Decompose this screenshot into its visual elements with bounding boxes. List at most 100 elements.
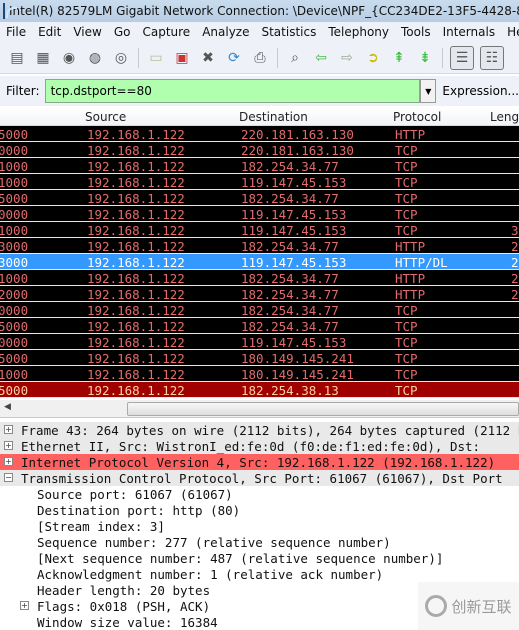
filter-input[interactable] [44, 79, 421, 103]
restart-button[interactable]: ◎ [111, 48, 131, 68]
detail-tree-item[interactable]: + Frame 43: 264 bytes on wire (2112 bits)… [0, 422, 519, 438]
detail-tree-item[interactable]: [Stream index: 3] [0, 518, 519, 534]
cell-proto: TCP [395, 143, 418, 158]
packet-row[interactable]: 0000 192.168.1.122 119.147.45.153 TCP [0, 334, 519, 350]
packet-list-header: Source Destination Protocol Leng [0, 108, 519, 126]
menu-telephony[interactable]: Telephony [322, 25, 395, 39]
packet-row[interactable]: 1000 192.168.1.122 182.254.34.77 HTTP 2 [0, 270, 519, 286]
column-protocol[interactable]: Protocol [393, 110, 441, 124]
detail-text: [Stream index: 3] [37, 519, 165, 534]
packet-row[interactable]: 1000 192.168.1.122 119.147.45.153 TCP [0, 174, 519, 190]
detail-tree-item[interactable]: [Next sequence number: 487 (relative seq… [0, 550, 519, 566]
scrollbar-thumb[interactable] [127, 402, 519, 416]
packet-row[interactable]: 5000 192.168.1.122 180.149.145.241 TCP [0, 350, 519, 366]
cell-time: 5000 [0, 383, 29, 398]
cell-time: 5000 [0, 319, 29, 334]
packet-row[interactable]: 5000 192.168.1.122 182.254.34.77 TCP [0, 190, 519, 206]
packet-row[interactable]: 0000 192.168.1.122 182.254.34.77 TCP [0, 302, 519, 318]
autoscroll-icon: ☷ [485, 49, 499, 66]
detail-tree-item[interactable]: Sequence number: 277 (relative sequence … [0, 534, 519, 550]
detail-text: [Next sequence number: 487 (relative seq… [37, 551, 444, 566]
collapse-icon[interactable]: − [4, 473, 13, 482]
packet-row[interactable]: 0000 192.168.1.122 220.181.163.130 TCP [0, 142, 519, 158]
menu-go[interactable]: Go [108, 25, 137, 39]
detail-tree-item[interactable]: − Transmission Control Protocol, Src Port… [0, 470, 519, 486]
cell-src: 192.168.1.122 [87, 351, 185, 366]
cell-src: 192.168.1.122 [87, 287, 185, 302]
packet-row[interactable]: 1000 192.168.1.122 182.254.34.77 TCP [0, 158, 519, 174]
column-source[interactable]: Source [85, 110, 126, 124]
autoscroll-button[interactable]: ☷ [480, 45, 504, 70]
packet-row[interactable]: 5000 192.168.1.122 182.254.38.13 TCP [0, 382, 519, 398]
packet-row[interactable]: 3000 192.168.1.122 182.254.34.77 HTTP 2 [0, 238, 519, 254]
back-button[interactable]: ⇦ [311, 48, 331, 68]
packet-row[interactable]: 5000 192.168.1.122 182.254.34.77 TCP [0, 318, 519, 334]
packet-row[interactable]: 3000 192.168.1.122 119.147.45.153 HTTP/DL 2 [0, 254, 519, 270]
packet-row[interactable]: 0000 192.168.1.122 119.147.45.153 TCP [0, 206, 519, 222]
menu-analyze[interactable]: Analyze [196, 25, 255, 39]
stop-button[interactable]: ◍ [85, 48, 105, 68]
toolbar-separator [442, 47, 443, 68]
packet-row[interactable]: 1000 192.168.1.122 180.149.145.241 TCP [0, 366, 519, 382]
packet-row[interactable]: 1000 192.168.1.122 119.147.45.153 TCP 3 [0, 222, 519, 238]
menu-help[interactable]: Help [501, 25, 519, 39]
detail-text: Sequence number: 277 (relative sequence … [37, 535, 391, 550]
menu-view[interactable]: View [67, 25, 107, 39]
cell-dst: 182.254.34.77 [241, 287, 339, 302]
restart-icon: ◎ [114, 49, 128, 66]
cell-dst: 119.147.45.153 [241, 223, 347, 238]
detail-tree-item[interactable]: + Internet Protocol Version 4, Src: 192.1… [0, 454, 519, 470]
interfaces-button[interactable]: ▤ [7, 48, 27, 68]
options-icon: ▦ [36, 49, 50, 66]
cell-proto: TCP [395, 383, 418, 398]
menu-statistics[interactable]: Statistics [255, 25, 322, 39]
start-button[interactable]: ◉ [59, 48, 79, 68]
detail-text: Window size value: 16384 [37, 615, 218, 630]
cell-time: 1000 [0, 159, 29, 174]
column-destination[interactable]: Destination [239, 110, 308, 124]
packet-row[interactable]: 5000 192.168.1.122 220.181.163.130 HTTP [0, 126, 519, 142]
cell-proto: TCP [395, 159, 418, 174]
menu-file[interactable]: File [0, 25, 32, 39]
first-icon: ⇞ [393, 49, 405, 66]
menu-internals[interactable]: Internals [437, 25, 502, 39]
scroll-left-icon[interactable]: ◀ [4, 402, 11, 412]
cell-src: 192.168.1.122 [87, 239, 185, 254]
expand-icon[interactable]: + [4, 457, 13, 466]
find-button[interactable]: ⌕ [285, 48, 305, 68]
packet-list-hscrollbar[interactable]: ◀ [0, 400, 519, 418]
reload-button[interactable]: ⟳ [224, 48, 244, 68]
menu-edit[interactable]: Edit [32, 25, 67, 39]
last-button[interactable]: ⇟ [415, 48, 435, 68]
goto-button[interactable]: ➲ [363, 48, 383, 68]
filter-dropdown-button[interactable]: ▼ [420, 79, 437, 103]
colorize-button[interactable]: ☰ [450, 45, 474, 70]
expand-icon[interactable]: + [4, 441, 13, 450]
cell-src: 192.168.1.122 [87, 335, 185, 350]
options-button[interactable]: ▦ [33, 48, 53, 68]
first-button[interactable]: ⇞ [389, 48, 409, 68]
detail-tree-item[interactable]: + Ethernet II, Src: WistronI_ed:fe:0d (f0… [0, 438, 519, 454]
open-button[interactable]: ▭ [146, 48, 166, 68]
cell-dst: 182.254.34.77 [241, 159, 339, 174]
toolbar-separator [138, 47, 139, 68]
close-button[interactable]: ✖ [198, 48, 218, 68]
column-length[interactable]: Leng [490, 110, 519, 124]
forward-button[interactable]: ⇨ [337, 48, 357, 68]
cell-src: 192.168.1.122 [87, 367, 185, 382]
cell-proto: TCP [395, 191, 418, 206]
cell-dst: 180.149.145.241 [241, 367, 354, 382]
menu-capture[interactable]: Capture [136, 25, 196, 39]
cell-len: 2 [511, 239, 519, 254]
packet-row[interactable]: 2000 192.168.1.122 182.254.34.77 HTTP 2 [0, 286, 519, 302]
expand-icon[interactable]: + [20, 601, 29, 610]
detail-tree-item[interactable]: Acknowledgment number: 1 (relative ack n… [0, 566, 519, 582]
menu-tools[interactable]: Tools [395, 25, 437, 39]
expand-icon[interactable]: + [4, 425, 13, 434]
detail-tree-item[interactable]: Destination port: http (80) [0, 502, 519, 518]
detail-tree-item[interactable]: Source port: 61067 (61067) [0, 486, 519, 502]
save-button[interactable]: ▣ [172, 48, 192, 68]
interfaces-icon: ▤ [10, 49, 24, 66]
print-button[interactable]: ⎙ [250, 48, 270, 68]
expression-button[interactable]: Expression... [442, 84, 519, 98]
